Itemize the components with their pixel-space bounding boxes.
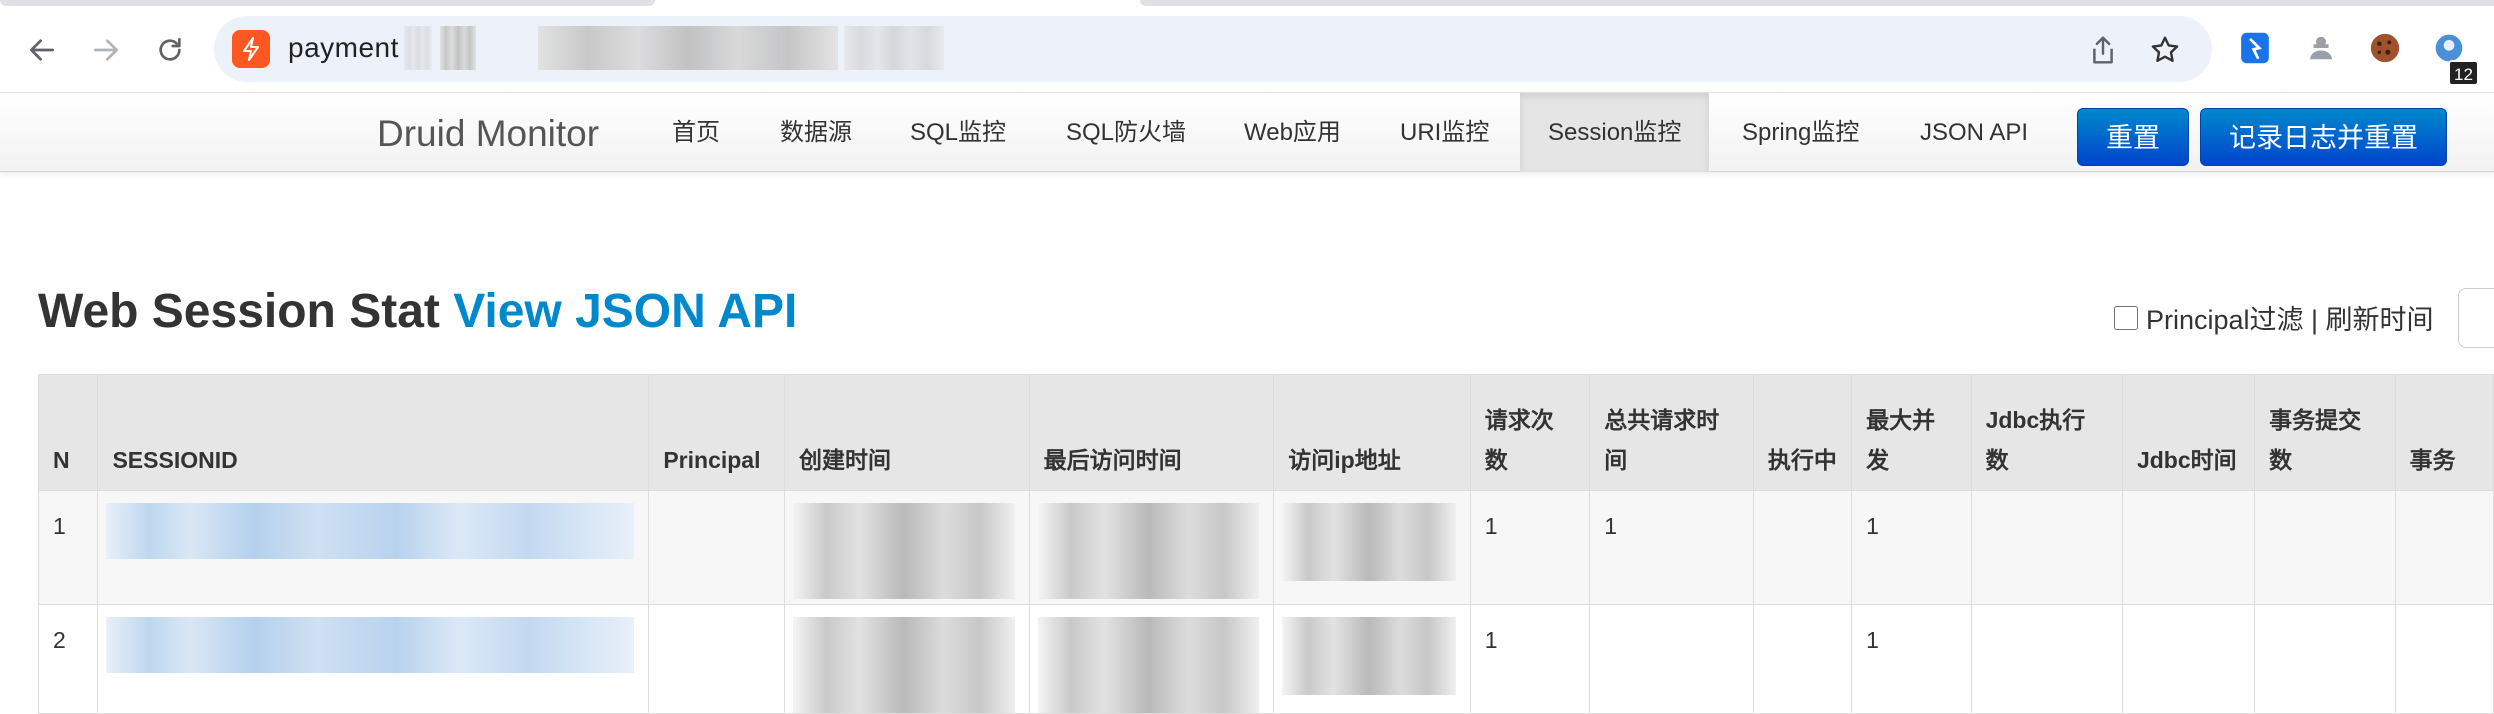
- nav-json-api[interactable]: JSON API: [1892, 93, 2056, 172]
- principal-filter-label: Principal过滤 | 刷新时间: [2146, 305, 2434, 335]
- column-header[interactable]: 事务提交数: [2254, 374, 2396, 491]
- cell-running: [1752, 604, 1853, 714]
- redacted-url-segment: [440, 26, 476, 70]
- page-title: Web Session Stat View JSON API: [38, 284, 797, 339]
- incognito-icon[interactable]: [2302, 29, 2340, 67]
- cell-session-id: [97, 490, 650, 605]
- reset-button[interactable]: 重置: [2077, 108, 2189, 166]
- nav-sql-firewall[interactable]: SQL防火墙: [1038, 93, 1214, 172]
- redacted-remote-ip: [1282, 503, 1456, 581]
- table-row: 1 1 1 1: [37, 490, 2494, 605]
- page-title-text: Web Session Stat: [38, 285, 440, 338]
- redacted-url-segment: [844, 26, 944, 70]
- browser-tab-strip: [0, 0, 2494, 8]
- refresh-interval-select[interactable]: [2458, 288, 2494, 348]
- cookie-icon[interactable]: [2366, 29, 2404, 67]
- cell-last-access-time: [1028, 490, 1275, 605]
- extension-icon[interactable]: [2236, 29, 2274, 67]
- column-header[interactable]: 请求次数: [1469, 374, 1591, 491]
- cell-running: [1752, 490, 1853, 605]
- column-header[interactable]: 执行中: [1752, 374, 1853, 491]
- cell-principal: [648, 604, 785, 714]
- cell-session-id: [97, 604, 650, 714]
- redacted-url-segment: [404, 26, 432, 70]
- cell-create-time: [783, 604, 1030, 714]
- browser-tab[interactable]: [0, 0, 655, 6]
- cell-remote-ip: [1273, 490, 1471, 605]
- redacted-last-access-time: [1037, 617, 1260, 713]
- druid-navbar: Druid Monitor 首页 数据源 SQL监控 SQL防火墙 Web应用 …: [0, 92, 2494, 172]
- redacted-last-access-time: [1037, 503, 1260, 599]
- redacted-session-id: [106, 617, 635, 673]
- column-header[interactable]: N: [37, 374, 99, 491]
- redacted-session-id: [106, 503, 635, 559]
- table-row: 2 1 1: [37, 604, 2494, 714]
- nav-web-app[interactable]: Web应用: [1216, 93, 1369, 172]
- browser-tab[interactable]: [1140, 0, 2494, 6]
- cell-principal: [648, 490, 785, 605]
- table-header-row: N SESSIONID Principal 创建时间 最后访问时间 访问ip地址…: [37, 374, 2494, 491]
- cell-request-count: 1: [1469, 490, 1591, 605]
- extension-badge: 12: [2448, 60, 2479, 86]
- view-json-api-link[interactable]: View JSON API: [453, 285, 797, 338]
- cell-tx-other: [2394, 604, 2494, 714]
- nav-spring-monitor[interactable]: Spring监控: [1714, 93, 1887, 172]
- cell-tx-commit: [2254, 604, 2396, 714]
- column-header[interactable]: 访问ip地址: [1273, 374, 1471, 491]
- column-header[interactable]: SESSIONID: [97, 374, 650, 491]
- reload-icon[interactable]: [150, 30, 190, 70]
- cell-jdbc-exec-count: [1970, 604, 2123, 714]
- cell-tx-commit: [2254, 490, 2396, 605]
- principal-filter-checkbox[interactable]: [2114, 305, 2138, 330]
- browser-toolbar: payment 12: [0, 8, 2494, 92]
- cell-request-count: 1: [1469, 604, 1591, 714]
- redacted-remote-ip: [1282, 617, 1456, 695]
- column-header[interactable]: Jdbc执行数: [1970, 374, 2123, 491]
- nav-uri-monitor[interactable]: URI监控: [1372, 93, 1517, 172]
- redacted-create-time: [792, 503, 1015, 599]
- cell-remote-ip: [1273, 604, 1471, 714]
- cell-jdbc-time: [2121, 604, 2256, 714]
- nav-datasource[interactable]: 数据源: [752, 93, 880, 172]
- cell-jdbc-exec-count: [1970, 490, 2123, 605]
- cell-max-concurrency: 1: [1851, 490, 1972, 605]
- address-bar[interactable]: payment: [214, 16, 2212, 82]
- column-header[interactable]: 最大并发: [1851, 374, 1972, 491]
- nav-home[interactable]: 首页: [644, 93, 748, 172]
- column-header[interactable]: 最后访问时间: [1028, 374, 1275, 491]
- column-header[interactable]: Jdbc时间: [2121, 374, 2256, 491]
- cell-max-concurrency: 1: [1851, 604, 1972, 714]
- cell-total-request-time: 1: [1589, 490, 1754, 605]
- cell-n: 1: [37, 490, 99, 605]
- principal-filter: Principal过滤 | 刷新时间: [2114, 298, 2434, 337]
- cell-n: 2: [37, 604, 99, 714]
- column-header[interactable]: 事务: [2394, 374, 2494, 491]
- cell-total-request-time: [1589, 604, 1754, 714]
- column-header[interactable]: Principal: [648, 374, 785, 491]
- column-header[interactable]: 总共请求时间: [1589, 374, 1754, 491]
- cell-tx-other: [2394, 490, 2494, 605]
- column-header[interactable]: 创建时间: [783, 374, 1030, 491]
- share-icon[interactable]: [2086, 33, 2120, 67]
- nav-session-monitor[interactable]: Session监控: [1520, 93, 1710, 172]
- cell-last-access-time: [1028, 604, 1275, 714]
- star-icon[interactable]: [2148, 33, 2182, 67]
- forward-arrow-icon[interactable]: [86, 30, 126, 70]
- brand-title[interactable]: Druid Monitor: [377, 113, 599, 155]
- redacted-create-time: [792, 617, 1015, 713]
- address-text: payment: [288, 32, 399, 63]
- session-stat-table: N SESSIONID Principal 创建时间 最后访问时间 访问ip地址…: [37, 374, 2494, 714]
- nav-sql-monitor[interactable]: SQL监控: [882, 93, 1034, 172]
- cell-jdbc-time: [2121, 490, 2256, 605]
- site-favicon-icon: [232, 30, 270, 68]
- log-and-reset-button[interactable]: 记录日志并重置: [2200, 108, 2447, 166]
- redacted-url-segment: [538, 26, 838, 70]
- cell-create-time: [783, 490, 1030, 605]
- back-arrow-icon[interactable]: [22, 30, 62, 70]
